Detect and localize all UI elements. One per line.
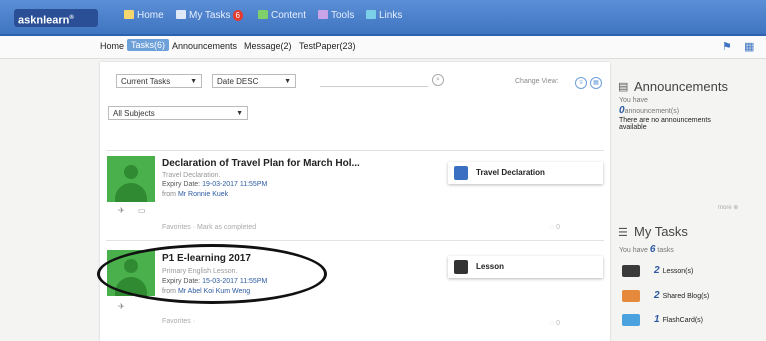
search-input[interactable] [320,74,428,87]
nav-content-label: Content [271,10,307,21]
favorites-link[interactable]: Favorites [162,224,191,231]
nav-links-label: Links [379,10,403,21]
blogs-label: Shared Blog(s) [662,293,710,300]
from-label: from [162,191,176,198]
comment-count-value: 0 [556,224,561,231]
announcements-you-have: You have [619,97,648,104]
comment-icon[interactable]: ▭ [138,206,146,215]
subnav-message[interactable]: Message(2) [244,41,292,51]
nav-my-tasks[interactable]: My Tasks 6 [176,10,243,21]
hand-drawn-circle-annotation [97,244,327,304]
nav-tools[interactable]: Tools [318,10,354,21]
announcements-heading: Announcements [634,79,728,94]
task-expiry: Expiry Date: 19-03-2017 11:55PM [162,181,267,188]
task-from: from Mr Ronnie Kuek [162,191,228,198]
mark-completed-link[interactable]: Mark as completed [197,224,256,231]
list-view-icon[interactable]: ≡ [575,77,587,89]
blogs-count: 2 [654,290,660,301]
lessons-label: Lesson(s) [662,268,694,275]
announcement-icon: ▤ [618,81,629,93]
mytasks-unit: tasks [657,247,674,254]
sort-select[interactable]: Date DESC ▼ [212,74,296,88]
lesson-icon [622,265,640,277]
sort-value: Date DESC [217,77,259,86]
announcements-unit: announcement(s) [624,108,680,115]
mytasks-item-flashcards[interactable]: 1 FlashCard(s) [654,314,703,325]
mytasks-you-have: You have [619,247,648,254]
task-title[interactable]: Declaration of Travel Plan for March Hol… [162,158,360,169]
mytasks-count: 6 [649,244,656,255]
content-icon [258,10,268,19]
task-subtitle: Travel Declaration. [162,172,221,179]
pin-icon[interactable]: ✈ [118,302,125,311]
task-filter-select[interactable]: Current Tasks ▼ [116,74,202,88]
sub-nav-bar: Home Tasks(6) Announcements Message(2) T… [0,36,766,59]
home-icon [124,10,134,19]
mytasks-item-blogs[interactable]: 2 Shared Blog(s) [654,290,709,301]
chevron-down-icon: ▼ [190,78,197,85]
task-filter-value: Current Tasks [121,77,171,86]
announcements-count: 0announcement(s) [619,105,679,116]
more-label: more [718,205,732,211]
nav-home-label: Home [137,10,164,21]
app-logo[interactable]: asknlearn® [14,9,98,27]
mytasks-item-lessons[interactable]: 2 Lesson(s) [654,265,693,276]
nav-content[interactable]: Content [258,10,306,21]
blog-icon [622,290,640,302]
tools-icon [318,10,328,19]
mytasks-heading: My Tasks [634,224,688,239]
task-footer: Favorites · [162,318,196,325]
lessons-count: 2 [654,265,660,276]
pin-icon[interactable]: ✈ [118,206,125,215]
task-type-label: Lesson [476,262,505,271]
links-icon [366,10,376,19]
task-type-badge[interactable]: Lesson [448,256,603,278]
subnav-announcements[interactable]: Announcements [172,41,237,51]
flashcard-icon [622,314,640,326]
announcements-empty: There are no announcements available [619,117,739,131]
subnav-home[interactable]: Home [100,41,124,51]
expiry-date: 19-03-2017 11:55PM [202,181,268,188]
comment-count: ◌ 0 [550,320,561,327]
search-icon[interactable]: ⌕ [432,74,444,86]
list-icon: ☰ [618,227,628,239]
logo-registered-mark: ® [69,15,74,21]
favorites-link[interactable]: Favorites [162,318,191,325]
chevron-down-icon: ▼ [284,78,291,85]
top-nav-bar: asknlearn® Home My Tasks 6 Content Tools … [0,0,766,36]
nav-tools-label: Tools [331,10,355,21]
avatar [107,156,155,202]
announcements-empty-text: There are no announcements available [619,117,711,131]
logo-text: asknlearn [18,14,70,27]
task-sender[interactable]: Mr Ronnie Kuek [178,191,228,198]
comment-count: ◌ 0 [550,224,561,231]
change-view-label: Change View: [515,78,559,85]
tasks-icon [176,10,186,19]
expiry-label: Expiry Date: [162,181,201,188]
nav-home[interactable]: Home [124,10,164,21]
nav-links[interactable]: Links [366,10,402,21]
comment-count-value: 0 [556,320,561,327]
tasks-count-badge: 6 [232,10,243,21]
more-link[interactable]: more ⊕ [718,204,738,211]
mytasks-summary: You have 6 tasks [619,244,674,255]
calendar-icon[interactable]: ▦ [744,42,754,53]
task-footer: Favorites · Mark as completed [162,224,257,231]
subnav-testpaper[interactable]: TestPaper(23) [299,41,356,51]
flashcards-count: 1 [654,314,660,325]
flashcards-label: FlashCard(s) [662,317,704,324]
subnav-tasks[interactable]: Tasks(6) [127,39,170,51]
travel-declaration-icon [454,166,468,180]
task-type-label: Travel Declaration [476,168,545,177]
subject-select[interactable]: All Subjects ▼ [108,106,248,120]
subject-value: All Subjects [113,109,155,118]
chevron-down-icon: ▼ [236,110,243,117]
task-type-badge[interactable]: Travel Declaration [448,162,603,184]
flag-icon[interactable]: ⚑ [722,42,732,53]
nav-my-tasks-label: My Tasks [189,10,231,21]
grid-view-icon[interactable]: ▦ [590,77,602,89]
lesson-icon [454,260,468,274]
